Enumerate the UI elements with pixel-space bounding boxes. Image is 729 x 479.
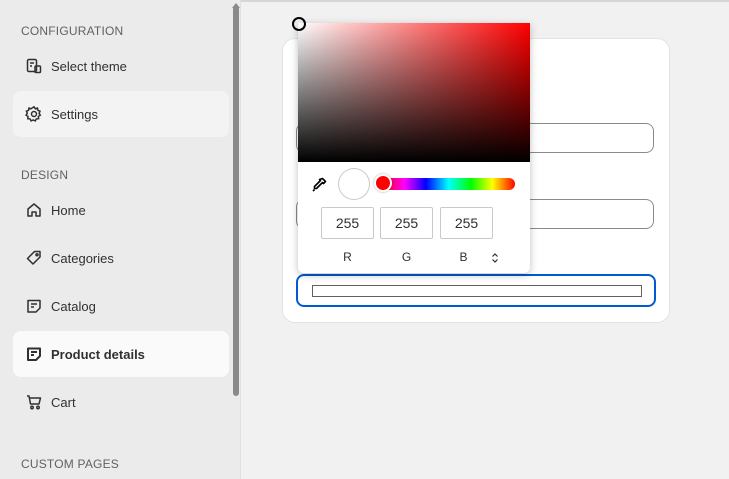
home-icon	[25, 201, 43, 219]
color-swatch[interactable]	[312, 285, 642, 297]
saturation-handle[interactable]	[292, 17, 306, 31]
hue-slider[interactable]	[382, 178, 515, 190]
format-toggle-icon[interactable]	[491, 252, 499, 264]
section-title-design: DESIGN	[21, 168, 69, 182]
sidebar-item-cart[interactable]: Cart	[13, 379, 229, 425]
section-title-configuration: CONFIGURATION	[21, 24, 124, 38]
hue-slider-handle[interactable]	[376, 176, 390, 190]
sidebar-item-label: Catalog	[51, 298, 96, 314]
sidebar-item-label: Home	[51, 202, 86, 218]
sidebar-item-catalog[interactable]: Catalog	[13, 283, 229, 329]
color-preview	[339, 169, 369, 199]
note-icon	[25, 297, 43, 315]
sidebar-item-product-details[interactable]: Product details	[13, 331, 229, 377]
blue-label: B	[459, 250, 468, 264]
sidebar-item-label: Cart	[51, 394, 76, 410]
sidebar-item-label: Product details	[51, 346, 145, 362]
green-label: G	[401, 250, 412, 264]
red-label: R	[343, 250, 352, 264]
green-input[interactable]: 255	[380, 207, 433, 239]
sidebar-item-settings[interactable]: Settings	[13, 91, 229, 137]
section-title-custom-pages: CUSTOM PAGES	[21, 457, 119, 471]
top-divider	[241, 0, 729, 2]
sidebar-item-select-theme[interactable]: Select theme	[13, 43, 229, 89]
eyedropper-icon[interactable]	[310, 176, 328, 194]
sidebar-scrollbar[interactable]	[233, 6, 239, 396]
red-input[interactable]: 255	[321, 207, 374, 239]
blue-input[interactable]: 255	[440, 207, 493, 239]
sidebar: CONFIGURATION Select theme Settings DESI…	[0, 0, 241, 479]
sidebar-item-label: Settings	[51, 106, 98, 122]
note-icon	[25, 345, 43, 363]
sidebar-item-label: Categories	[51, 250, 114, 266]
theme-icon	[25, 57, 43, 75]
tag-icon	[25, 249, 43, 267]
saturation-value-area[interactable]	[292, 17, 530, 162]
sidebar-item-categories[interactable]: Categories	[13, 235, 229, 281]
gear-icon	[25, 105, 43, 123]
cart-icon	[25, 393, 43, 411]
color-picker-popover: 255 255 255 R G B	[292, 17, 530, 273]
sidebar-item-label: Select theme	[51, 58, 127, 74]
color-field[interactable]	[296, 274, 656, 307]
sidebar-item-home[interactable]: Home	[13, 187, 229, 233]
